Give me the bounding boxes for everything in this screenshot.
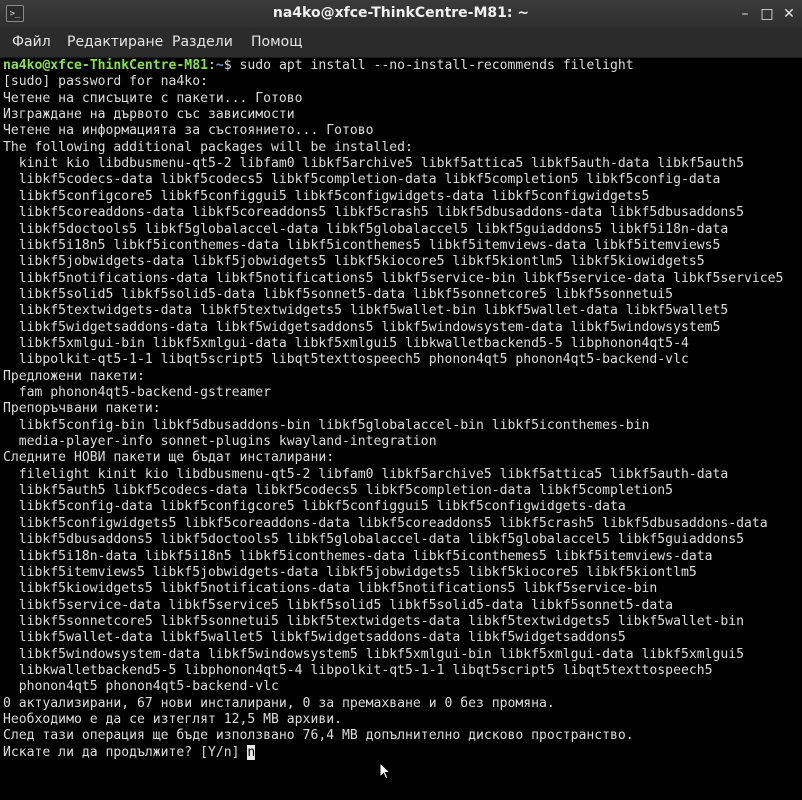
prompt-path: ~ (215, 58, 224, 73)
command-text: sudo apt install --no-install-recommends… (231, 58, 634, 73)
terminal-line: fam phonon4qt5-backend-gstreamer (3, 385, 272, 400)
terminal-line: Препоръчвани пакети: (3, 401, 161, 417)
prompt-line: na4ko@xfce-ThinkCentre-M81:~$ sudo apt i… (3, 58, 634, 74)
terminal-line: libkf5config-data libkf5configcore5 libk… (3, 499, 626, 515)
terminal-line: phonon4qt5 phonon4qt5-backend-vlc (3, 679, 279, 695)
window-title: na4ko@xfce-ThinkCentre-M81: ~ (272, 5, 530, 21)
terminal-line: libkf5codecs-data libkf5codecs5 libkf5co… (3, 172, 721, 188)
terminal-line: libkf5config-bin libkf5dbusaddons-bin li… (3, 417, 650, 433)
terminal-line: libkf5auth5 libkf5codecs-data libkf5code… (3, 483, 674, 499)
terminal-line: libkf5xmlgui-bin libkf5xmlgui-data libkf… (3, 335, 689, 351)
maximize-button[interactable]: □ (757, 4, 777, 24)
terminal-line: libkf5configwidgets5 libkf5coreaddons-da… (3, 515, 768, 531)
terminal-line: След тази операция ще бъде използвано 76… (3, 728, 634, 744)
terminal-line: libkf5i18n-data libkf5i18n5 libkf5iconth… (3, 548, 713, 564)
terminal-line: libkf5windowsystem-data libkf5windowsyst… (3, 646, 745, 662)
terminal-line: libkf5configcore5 libkf5configgui5 libkf… (3, 188, 650, 204)
menu-tabs[interactable]: Раздели (172, 34, 233, 50)
minimize-button[interactable]: – (735, 4, 755, 24)
terminal-line: Необходимо е да се изтеглят 12,5 MB архи… (3, 712, 342, 727)
terminal-line: libkf5textwidgets-data libkf5textwidgets… (3, 303, 729, 319)
terminal-line: libkf5itemviews5 libkf5jobwidgets-data l… (3, 564, 697, 580)
terminal-line: libkf5kiowidgets5 libkf5notifications-da… (3, 581, 658, 597)
terminal-line: libkf5service-data libkf5service5 libkf5… (3, 597, 674, 613)
prompt-symbol: $ (223, 58, 232, 73)
terminal-line: Искате ли да продължите? [Y/n] n (3, 744, 256, 760)
menu-file[interactable]: Файл (12, 34, 51, 50)
terminal-output[interactable]: na4ko@xfce-ThinkCentre-M81:~$ sudo apt i… (0, 58, 802, 800)
terminal-line: libkf5wallet-data libkf5wallet5 libkf5wi… (3, 630, 626, 646)
menu-help[interactable]: Помощ (251, 34, 302, 50)
prompt-separator: : (207, 58, 216, 73)
terminal-line: Четене на информацията за състоянието...… (3, 123, 374, 139)
close-button[interactable]: ✕ (779, 4, 799, 24)
prompt-user-host: na4ko@xfce-ThinkCentre-M81 (3, 58, 208, 73)
terminal-line: filelight kinit kio libdbusmenu-qt5-2 li… (3, 466, 729, 482)
window-titlebar[interactable]: >_ na4ko@xfce-ThinkCentre-M81: ~ – □ ✕ (0, 0, 802, 28)
terminal-line: Следните НОВИ пакети ще бъдат инсталиран… (3, 450, 335, 466)
terminal-line: libkf5widgetsaddons-data libkf5widgetsad… (3, 319, 721, 335)
menu-bar: Файл Редактиране Раздели Помощ (0, 28, 802, 58)
terminal-line: libkf5sonnetcore5 libkf5sonnetui5 libkf5… (3, 613, 745, 629)
terminal-line: Предложени пакети: (3, 368, 145, 384)
terminal-line: libkf5solid5 libkf5solid5-data libkf5son… (3, 286, 674, 302)
terminal-line: libkf5i18n5 libkf5iconthemes-data libkf5… (3, 237, 721, 253)
mouse-cursor-icon (379, 761, 392, 784)
terminal-line: kinit kio libdbusmenu-qt5-2 libfam0 libk… (3, 156, 745, 172)
terminal-line: libkf5dbusaddons5 libkf5doctools5 libkf5… (3, 532, 745, 548)
terminal-line: libkf5coreaddons-data libkf5coreaddons5 … (3, 205, 745, 221)
terminal-line: 0 актуализирани, 67 нови инсталирани, 0 … (3, 695, 555, 711)
terminal-line: [sudo] password for na4ko: (3, 74, 208, 90)
text-cursor: n (247, 744, 256, 760)
terminal-line: libkf5doctools5 libkf5globalaccel-data l… (3, 221, 729, 237)
terminal-line: libkf5jobwidgets-data libkf5jobwidgets5 … (3, 254, 705, 270)
menu-edit[interactable]: Редактиране (67, 34, 163, 50)
terminal-line: media-player-info sonnet-plugins kwaylan… (3, 434, 437, 450)
terminal-line: libpolkit-qt5-1-1 libqt5script5 libqt5te… (3, 352, 689, 368)
terminal-line: Изграждане на дървото със зависимости (3, 107, 295, 123)
terminal-line: libkf5notifications-data libkf5notificat… (3, 270, 784, 286)
terminal-line: Четене на списъците с пакети... Готово (3, 90, 303, 106)
terminal-line: libkwalletbackend5-5 libphonon4qt5-4 lib… (3, 662, 713, 678)
terminal-line: The following additional packages will b… (3, 139, 413, 155)
